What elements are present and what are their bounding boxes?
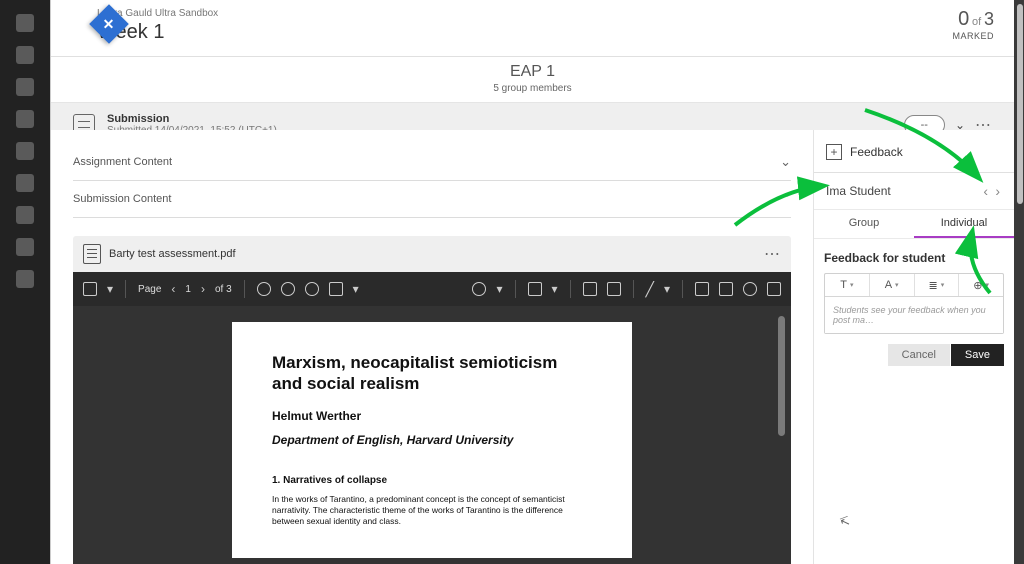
search-icon[interactable] — [743, 282, 757, 296]
feedback-editor: T A ≣ ⊕ Students see your feedback when … — [824, 273, 1004, 334]
panel-scrollbar[interactable] — [1017, 4, 1023, 204]
editor-insert-button[interactable]: ⊕ — [959, 274, 1003, 296]
page-total: of 3 — [215, 284, 232, 295]
zoom-out-icon[interactable] — [281, 282, 295, 296]
doc-section: 1. Narratives of collapse — [272, 475, 592, 486]
download-icon[interactable] — [719, 282, 733, 296]
app-nav-rail — [0, 0, 50, 564]
tab-group[interactable]: Group — [814, 210, 914, 238]
grading-panel: ✕ Laura Gauld Ultra Sandbox Week 1 0 of … — [50, 0, 1014, 564]
next-student-icon[interactable]: › — [993, 183, 1002, 199]
viewer-toolbar: ▾ Page ‹ 1 › of 3 ▾ ▾ — [73, 272, 791, 306]
chevron-down-icon: ⌄ — [780, 154, 791, 170]
stamp-icon[interactable] — [583, 282, 597, 296]
submission-content-label: Submission Content — [73, 193, 171, 205]
file-more-icon[interactable]: ⋯ — [764, 244, 781, 264]
doc-title: Marxism, neocapitalist semioticism and s… — [272, 352, 592, 395]
feedback-sidebar: + Feedback Ima Student ‹ › Group Individ… — [814, 130, 1014, 564]
prev-page-icon[interactable]: ‹ — [171, 282, 175, 296]
document-scrollbar[interactable] — [778, 316, 785, 436]
document-canvas[interactable]: Marxism, neocapitalist semioticism and s… — [73, 306, 791, 564]
group-members: 5 group members — [51, 83, 1014, 94]
next-page-icon[interactable]: › — [201, 282, 205, 296]
cancel-button[interactable]: Cancel — [888, 344, 950, 366]
file-icon — [83, 244, 101, 264]
pan-icon[interactable] — [257, 282, 271, 296]
print-icon[interactable] — [695, 282, 709, 296]
marked-of: of — [972, 16, 981, 28]
panel-header: Laura Gauld Ultra Sandbox Week 1 0 of 3 … — [51, 0, 1014, 57]
assignment-content-label: Assignment Content — [73, 156, 172, 168]
image-icon[interactable] — [528, 282, 542, 296]
editor-text-style-button[interactable]: T — [825, 274, 870, 296]
feedback-section-label: Feedback for student — [824, 251, 1004, 265]
feedback-tabs: Group Individual — [814, 209, 1014, 239]
add-feedback-icon[interactable]: + — [826, 144, 842, 160]
page-label: Page — [138, 284, 161, 295]
doc-department: Department of English, Harvard Universit… — [272, 433, 592, 447]
submission-main: Assignment Content ⌄ Submission Content … — [51, 130, 814, 564]
editor-font-button[interactable]: A — [870, 274, 915, 296]
group-bar: EAP 1 5 group members — [51, 57, 1014, 103]
editor-list-button[interactable]: ≣ — [915, 274, 960, 296]
shape-icon[interactable]: ╱ — [646, 281, 654, 298]
draw-icon[interactable] — [472, 282, 486, 296]
doc-paragraph: In the works of Tarantino, a predominant… — [272, 494, 592, 528]
submission-label: Submission — [107, 113, 277, 125]
zoom-in-icon[interactable] — [305, 282, 319, 296]
marked-total: 3 — [984, 9, 994, 29]
group-name: EAP 1 — [51, 63, 1014, 81]
marked-current: 0 — [958, 8, 969, 30]
marked-counter: 0 of 3 MARKED — [952, 8, 994, 44]
doc-author: Helmut Werther — [272, 409, 592, 423]
comments-icon[interactable] — [767, 282, 781, 296]
document-viewer: ▾ Page ‹ 1 › of 3 ▾ ▾ — [73, 272, 791, 564]
save-button[interactable]: Save — [951, 344, 1004, 366]
submission-content-accordion[interactable]: Submission Content ⌃ — [73, 181, 791, 218]
tab-individual[interactable]: Individual — [914, 210, 1014, 238]
sidebar-toggle-icon[interactable] — [83, 282, 97, 296]
feedback-textarea[interactable]: Students see your feedback when you post… — [825, 297, 1003, 333]
student-name[interactable]: Ima Student — [826, 184, 891, 198]
page-current[interactable]: 1 — [185, 284, 191, 295]
prev-student-icon[interactable]: ‹ — [981, 183, 990, 199]
assignment-content-accordion[interactable]: Assignment Content ⌄ — [73, 144, 791, 181]
file-header-bar: Barty test assessment.pdf ⋯ — [73, 236, 791, 272]
document-page: Marxism, neocapitalist semioticism and s… — [232, 322, 632, 558]
fit-icon[interactable] — [329, 282, 343, 296]
file-name: Barty test assessment.pdf — [109, 248, 236, 260]
feedback-title: Feedback — [850, 145, 903, 159]
note-icon[interactable] — [607, 282, 621, 296]
chevron-up-icon: ⌃ — [780, 191, 791, 207]
marked-label: MARKED — [952, 31, 994, 41]
